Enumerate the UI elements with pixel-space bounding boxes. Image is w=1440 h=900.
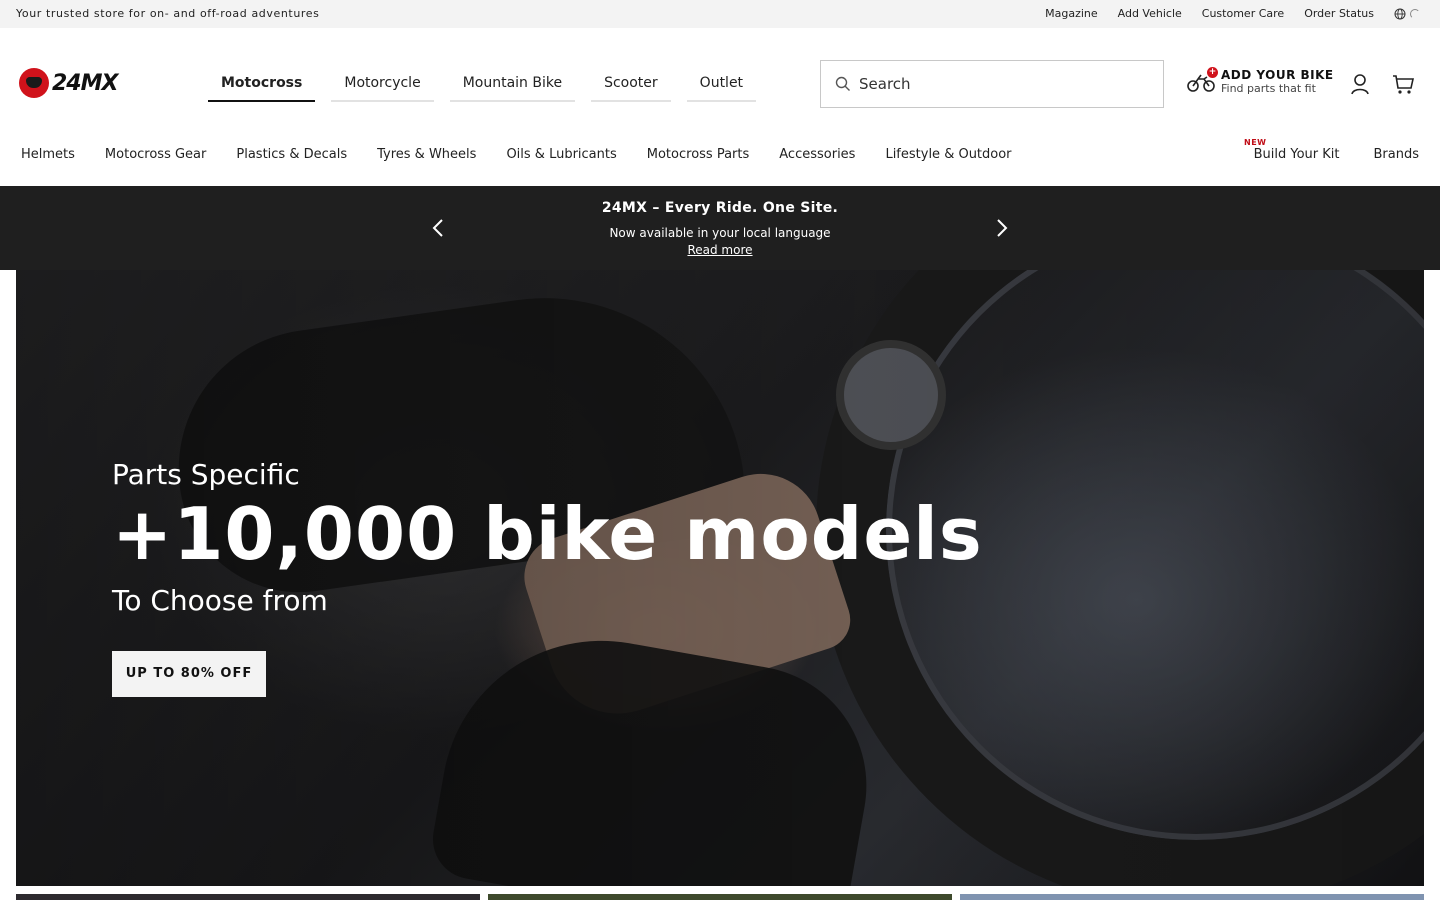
chevron-right-icon[interactable] [995,216,1009,240]
customer-care-link[interactable]: Customer Care [1202,7,1284,20]
teaser-tile[interactable] [16,894,480,900]
promo-title: 24MX – Every Ride. One Site. [601,200,839,216]
cart-icon[interactable] [1392,73,1414,95]
promo-banner: 24MX – Every Ride. One Site. Now availab… [0,186,1440,270]
motorcycle-icon: + [1187,66,1218,93]
add-bike-title: ADD YOUR BIKE [1221,68,1334,82]
category-tabs: Motocross Motorcycle Mountain Bike Scoot… [208,66,757,102]
utility-links: Magazine Add Vehicle Customer Care Order… [1045,7,1420,20]
main-header: 24MX Motocross Motorcycle Mountain Bike … [0,28,1440,140]
secondary-nav: Helmets Motocross Gear Plastics & Decals… [0,138,1440,186]
site-logo[interactable]: 24MX [19,68,118,98]
teaser-tiles [16,894,1424,900]
search-box[interactable] [820,60,1164,108]
tab-outlet[interactable]: Outlet [686,66,757,102]
store-tagline: Your trusted store for on- and off-road … [16,7,320,20]
magazine-link[interactable]: Magazine [1045,7,1098,20]
search-input[interactable] [859,75,1139,93]
tab-scooter[interactable]: Scooter [591,66,671,102]
loading-spinner-icon [1410,8,1420,19]
top-utility-bar: Your trusted store for on- and off-road … [0,0,1440,28]
subnav-item-build-your-kit[interactable]: Build Your Kit [1254,147,1340,162]
subnav-item-motocross-gear[interactable]: Motocross Gear [105,147,206,162]
hero-subline: To Choose from [112,584,328,617]
teaser-tile[interactable] [488,894,952,900]
user-icon[interactable] [1350,73,1370,95]
logo-mark-icon [19,68,49,98]
subnav-right: Build Your Kit Brands [1254,147,1419,162]
subnav-item-motocross-parts[interactable]: Motocross Parts [647,147,750,162]
hero-cta-button[interactable]: UP TO 80% OFF [112,651,266,697]
order-status-link[interactable]: Order Status [1304,7,1374,20]
new-badge: NEW [1244,138,1267,147]
hero-eyebrow: Parts Specific [112,458,300,491]
add-bike-subtitle: Find parts that fit [1221,82,1316,95]
tab-motocross[interactable]: Motocross [208,66,316,102]
hero-headline: +10,000 bike models [112,492,983,576]
subnav-item-brands[interactable]: Brands [1374,147,1420,162]
subnav-item-lifestyle-outdoor[interactable]: Lifestyle & Outdoor [885,147,1011,162]
tab-motorcycle[interactable]: Motorcycle [331,66,434,102]
add-badge-icon: + [1207,66,1218,78]
promo-subtitle: Now available in your local language [609,226,831,240]
read-more-link[interactable]: Read more [0,243,1440,257]
tab-mountain-bike[interactable]: Mountain Bike [449,66,576,102]
search-icon [835,76,850,91]
add-bike-text: ADD YOUR BIKE Find parts that fit [1221,68,1334,95]
subnav-item-tyres-wheels[interactable]: Tyres & Wheels [377,147,476,162]
globe-icon [1394,8,1406,19]
logo-text: 24MX [52,70,118,96]
subnav-item-plastics-decals[interactable]: Plastics & Decals [236,147,347,162]
subnav-item-helmets[interactable]: Helmets [21,147,75,162]
add-your-bike-button[interactable]: + ADD YOUR BIKE Find parts that fit [1187,66,1334,95]
language-selector[interactable] [1394,8,1420,20]
teaser-tile[interactable] [960,894,1424,900]
hero-banner[interactable]: Parts Specific +10,000 bike models To Ch… [16,270,1424,886]
add-vehicle-link[interactable]: Add Vehicle [1118,7,1182,20]
subnav-categories: Helmets Motocross Gear Plastics & Decals… [21,147,1012,162]
hero-overlay [16,270,1424,886]
subnav-item-accessories[interactable]: Accessories [779,147,855,162]
subnav-item-oils-lubricants[interactable]: Oils & Lubricants [506,147,616,162]
